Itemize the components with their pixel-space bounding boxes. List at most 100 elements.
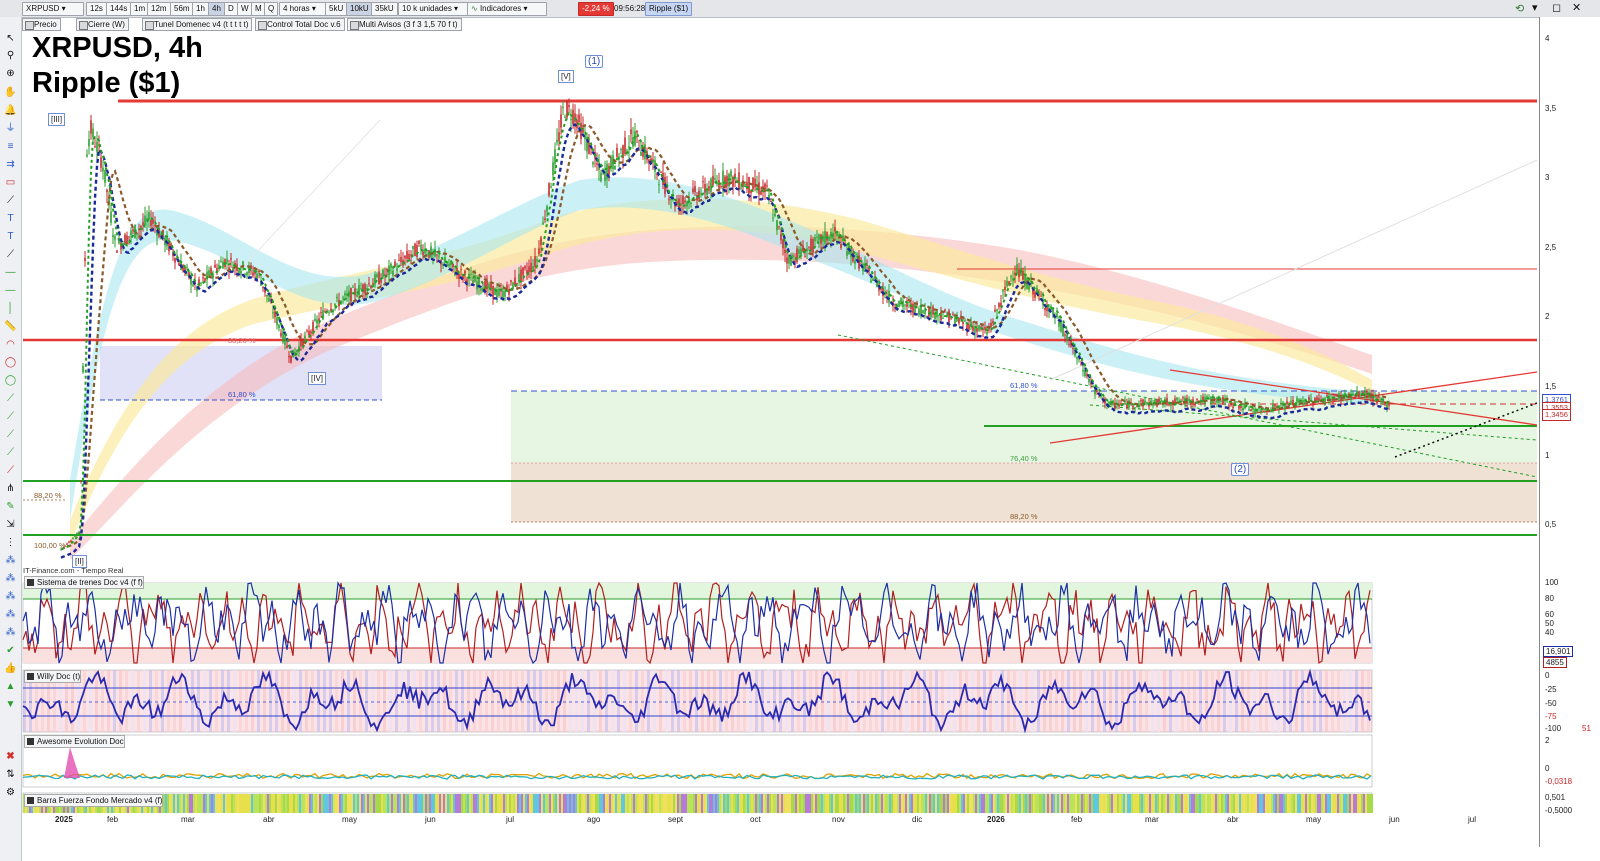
barra-bar — [1339, 794, 1341, 813]
trend-tool-4-icon[interactable]: ⟋ — [4, 465, 17, 477]
trend-tool-2-icon[interactable]: ⟋ — [4, 429, 17, 441]
period-56m[interactable]: 56m — [170, 2, 194, 16]
ray-tool-icon[interactable]: ⟋ — [4, 393, 17, 405]
period-12s[interactable]: 12s — [86, 2, 107, 16]
refresh-icon[interactable]: ⟲ — [1515, 2, 1524, 15]
trend-tool-icon[interactable]: ⟋ — [4, 411, 17, 423]
fib-tool-icon[interactable]: ≡ — [4, 141, 17, 153]
indicator-control-total[interactable]: Control Total Doc v.6 — [255, 18, 345, 31]
panel-willy — [22, 668, 1373, 734]
vline-tool-icon[interactable]: │ — [4, 303, 17, 315]
rectangle-tool-icon[interactable]: ▭ — [4, 177, 17, 189]
minimize-icon[interactable]: ▾ — [1532, 1, 1538, 14]
line-tool-icon[interactable]: ⟋ — [4, 195, 17, 207]
barra-bar — [1245, 794, 1247, 813]
barra-bar — [573, 794, 575, 813]
toggle-icon[interactable]: ⇅ — [4, 769, 17, 781]
period-144s[interactable]: 144s — [106, 2, 132, 16]
bell-icon[interactable]: 🔔 — [4, 105, 17, 117]
delete-icon[interactable]: ✖ — [4, 751, 17, 763]
wave-tool-icon[interactable]: ⏚ — [4, 123, 17, 135]
ruler-tool-icon[interactable]: 📏 — [4, 321, 17, 333]
hand-icon[interactable]: ✋ — [4, 87, 17, 99]
thumbs-up-icon[interactable]: 👍 — [4, 663, 17, 675]
willy-bar — [767, 670, 770, 732]
period-d[interactable]: D — [224, 2, 238, 16]
period-q[interactable]: Q — [264, 2, 279, 16]
segment-tool-icon[interactable]: ⟋ — [4, 249, 17, 261]
barra-bar — [199, 794, 201, 813]
tick-10ku[interactable]: 10kU — [346, 2, 373, 16]
symbol-selector[interactable]: XRPUSD ▾ — [22, 2, 84, 16]
trend-tool-3-icon[interactable]: ⟋ — [4, 447, 17, 459]
indicator-price[interactable]: Precio — [22, 18, 61, 31]
time-tick: sept — [668, 815, 684, 824]
barra-bar — [1139, 794, 1141, 813]
pencil-tool-icon[interactable]: ✎ — [4, 501, 17, 513]
barra-bar — [1131, 794, 1133, 813]
settings-icon[interactable]: ⚙ — [4, 787, 17, 799]
magnify-icon[interactable]: ⊕ — [4, 68, 17, 80]
wave-label-v[interactable]: [V] — [558, 70, 574, 83]
wave-label-2[interactable]: (2) — [1231, 463, 1250, 476]
pattern-tool-2-icon[interactable]: ⁂ — [4, 573, 17, 585]
candle-body — [816, 236, 818, 238]
barra-bar — [1169, 794, 1171, 813]
time-axis[interactable]: 2025 feb mar abr may jun jul ago sept oc… — [21, 813, 1539, 843]
barra-bar — [383, 794, 385, 813]
check-icon[interactable]: ✔ — [4, 645, 17, 657]
indicator-tunel[interactable]: Tunel Domenec v4 (t t t t t) — [142, 18, 253, 31]
cursor-icon[interactable]: ↖ — [4, 33, 17, 45]
indicator-multi-avisos[interactable]: Multi Avisos (3 f 3 1,5 70 f t) — [347, 18, 462, 31]
willy-bar — [623, 670, 626, 732]
willy-bar — [557, 670, 560, 732]
barra-bar — [625, 794, 627, 813]
text-tool-2-icon[interactable]: T — [4, 231, 17, 243]
arc-tool-icon[interactable]: ◠ — [4, 339, 17, 351]
price-chart[interactable] — [21, 31, 1539, 813]
barra-bar — [331, 794, 333, 813]
wave-label-iii[interactable]: [III] — [48, 113, 66, 126]
barra-bar — [1251, 794, 1253, 813]
extra-tool-icon[interactable]: ⋮ — [4, 537, 17, 549]
hline-tool-icon[interactable]: ― — [4, 267, 17, 279]
candle-body — [1018, 270, 1020, 278]
zoom-icon[interactable]: ⚲ — [4, 50, 17, 62]
wave-label-iv[interactable]: [IV] — [308, 372, 327, 385]
tick-35ku[interactable]: 35kU — [371, 2, 398, 16]
period-1h[interactable]: 1h — [192, 2, 209, 16]
pattern-tool-3-icon[interactable]: ⁂ — [4, 591, 17, 603]
wave-label-1[interactable]: (1) — [585, 55, 604, 68]
arrow-down-icon[interactable]: ▼ — [4, 699, 17, 711]
close-icon[interactable]: ✕ — [1572, 1, 1581, 14]
candle-body — [418, 240, 420, 244]
ellipse-tool-icon[interactable]: ◯ — [4, 357, 17, 369]
period-4h[interactable]: 4h — [208, 2, 225, 16]
barra-bar — [1069, 794, 1071, 813]
panel-trenes-title[interactable]: Sistema de trenes Doc v4 (f f) — [24, 576, 144, 589]
pattern-tool-5-icon[interactable]: ⁂ — [4, 627, 17, 639]
period-12m[interactable]: 12m — [147, 2, 171, 16]
indicator-close[interactable]: Cierre (W) — [76, 18, 129, 31]
price-axis[interactable]: 4 3,5 3 2,5 2 1,5 1 0,5 1,3761 1,3553 1,… — [1539, 17, 1600, 847]
panel-willy-title[interactable]: Willy Doc (t) — [24, 670, 82, 683]
pitchfork-tool-icon[interactable]: ⋔ — [4, 483, 17, 495]
panel-awesome-title[interactable]: Awesome Evolution Doc — [24, 735, 125, 748]
measure-tool-icon[interactable]: ⇲ — [4, 519, 17, 531]
tick-5ku[interactable]: 5kU — [325, 2, 348, 16]
units-selector[interactable]: 10 k unidades ▾ — [398, 2, 468, 16]
arrow-up-icon[interactable]: ▲ — [4, 681, 17, 693]
circle-tool-icon[interactable]: ◯ — [4, 375, 17, 387]
pattern-tool-icon[interactable]: ⁂ — [4, 555, 17, 567]
pattern-tool-4-icon[interactable]: ⁂ — [4, 609, 17, 621]
barra-bar — [1047, 794, 1049, 813]
panel-barra-title[interactable]: Barra Fuerza Fondo Mercado v4 (f) — [24, 794, 164, 807]
maximize-icon[interactable]: ◻ — [1552, 1, 1561, 14]
timeframe-selector[interactable]: 4 horas ▾ — [279, 2, 327, 16]
text-tool-icon[interactable]: T — [4, 213, 17, 225]
indicators-button[interactable]: ∿ Indicadores ▾ — [467, 2, 547, 16]
willy-bar — [1157, 670, 1160, 732]
channel-tool-icon[interactable]: ⇉ — [4, 159, 17, 171]
barra-bar — [1013, 794, 1015, 813]
hline-tool-2-icon[interactable]: ― — [4, 285, 17, 297]
